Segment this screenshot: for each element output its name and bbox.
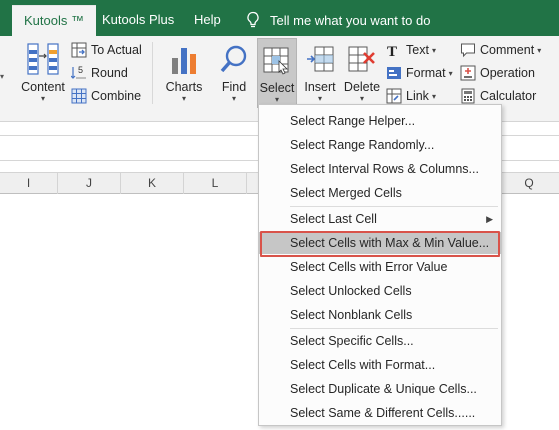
content-icon bbox=[27, 43, 59, 75]
menu-item-select-duplicate-unique[interactable]: Select Duplicate & Unique Cells... bbox=[259, 378, 501, 400]
column-header[interactable]: L bbox=[184, 173, 247, 194]
delete-button[interactable]: Delete ▾ bbox=[342, 40, 382, 106]
collapsed-group-caret-icon[interactable]: ▾ bbox=[0, 72, 4, 81]
magnifier-icon bbox=[220, 45, 247, 73]
delete-rows-icon bbox=[348, 46, 375, 72]
delete-label: Delete bbox=[343, 80, 381, 94]
menu-item-select-cells-with-format[interactable]: Select Cells with Format... bbox=[259, 354, 501, 376]
text-button[interactable]: T Text ▾ bbox=[386, 40, 436, 60]
format-label: Format bbox=[406, 66, 446, 80]
column-header[interactable]: Q bbox=[499, 173, 559, 194]
highlight-callout-box bbox=[260, 231, 500, 257]
insert-label: Insert bbox=[304, 80, 336, 94]
content-label: Content bbox=[21, 80, 65, 94]
comment-label: Comment bbox=[480, 43, 535, 57]
menu-item-select-range-randomly[interactable]: Select Range Randomly... bbox=[259, 134, 501, 156]
to-actual-button[interactable]: To Actual bbox=[71, 40, 142, 60]
tab-kutools-plus[interactable]: Kutools Plus bbox=[102, 5, 174, 36]
link-button[interactable]: Link ▾ bbox=[386, 86, 436, 106]
operation-label: Operation bbox=[480, 66, 535, 80]
comment-icon bbox=[461, 43, 475, 58]
menu-separator bbox=[290, 328, 498, 329]
find-button[interactable]: Find ▾ bbox=[214, 40, 254, 106]
menu-separator bbox=[290, 206, 498, 207]
find-dropdown-icon: ▾ bbox=[231, 94, 236, 103]
format-button[interactable]: Format ▾ bbox=[386, 63, 453, 83]
insert-dropdown-icon: ▾ bbox=[317, 94, 322, 103]
bar-chart-icon bbox=[172, 48, 196, 74]
operation-button[interactable]: Operation bbox=[460, 63, 535, 83]
round-icon: 5 bbox=[71, 65, 86, 79]
menu-item-select-same-different[interactable]: Select Same & Different Cells...... bbox=[259, 402, 501, 424]
select-dropdown-menu: Select Range Helper... Select Range Rand… bbox=[258, 104, 502, 426]
calculator-label: Calculator bbox=[480, 89, 537, 103]
lightbulb-icon bbox=[247, 11, 259, 28]
link-icon bbox=[386, 88, 402, 104]
select-label: Select bbox=[259, 81, 295, 95]
text-dropdown-icon: ▾ bbox=[431, 45, 436, 55]
combine-icon bbox=[71, 88, 87, 104]
tab-help[interactable]: Help bbox=[194, 5, 221, 36]
round-button[interactable]: 5 Round bbox=[71, 63, 128, 83]
menu-item-select-merged-cells[interactable]: Select Merged Cells bbox=[259, 182, 501, 204]
calculator-icon bbox=[461, 88, 475, 104]
menu-item-select-unlocked-cells[interactable]: Select Unlocked Cells bbox=[259, 280, 501, 302]
comment-dropdown-icon: ▾ bbox=[537, 45, 542, 55]
svg-text:T: T bbox=[387, 44, 397, 58]
menu-item-select-interval-rows-columns[interactable]: Select Interval Rows & Columns... bbox=[259, 158, 501, 180]
find-label: Find bbox=[221, 80, 247, 94]
menu-item-select-specific-cells[interactable]: Select Specific Cells... bbox=[259, 330, 501, 352]
to-actual-label: To Actual bbox=[91, 43, 142, 57]
column-header[interactable]: K bbox=[121, 173, 184, 194]
comment-button[interactable]: Comment ▾ bbox=[460, 40, 541, 60]
ribbon-tab-bar: Kutools ™ Kutools Plus Help Tell me what… bbox=[0, 0, 559, 36]
column-header[interactable]: J bbox=[58, 173, 121, 194]
round-label: Round bbox=[91, 66, 128, 80]
submenu-arrow-icon: ▶ bbox=[486, 214, 493, 224]
menu-item-label: Select Last Cell bbox=[290, 212, 377, 226]
link-dropdown-icon: ▾ bbox=[431, 91, 436, 101]
tell-me-text: Tell me what you want to do bbox=[270, 12, 431, 28]
calculator-button[interactable]: Calculator bbox=[460, 86, 536, 106]
svg-text:5: 5 bbox=[78, 65, 83, 75]
menu-item-select-range-helper[interactable]: Select Range Helper... bbox=[259, 110, 501, 132]
delete-dropdown-icon: ▾ bbox=[359, 94, 364, 103]
column-header[interactable]: I bbox=[0, 173, 58, 194]
text-icon: T bbox=[387, 44, 397, 58]
insert-rows-icon bbox=[307, 46, 334, 72]
content-dropdown-icon: ▾ bbox=[40, 94, 45, 103]
tab-kutools[interactable]: Kutools ™ bbox=[12, 5, 96, 36]
to-actual-icon bbox=[71, 42, 87, 58]
select-cells-icon bbox=[263, 47, 289, 75]
combine-label: Combine bbox=[91, 89, 142, 103]
menu-item-select-nonblank-cells[interactable]: Select Nonblank Cells bbox=[259, 304, 501, 326]
format-dropdown-icon: ▾ bbox=[448, 68, 453, 78]
ribbon-group-divider bbox=[152, 42, 153, 104]
text-label: Text bbox=[406, 43, 429, 57]
charts-button[interactable]: Charts ▾ bbox=[162, 40, 206, 106]
content-button[interactable]: Content ▾ bbox=[16, 40, 70, 106]
menu-item-select-cells-error-value[interactable]: Select Cells with Error Value bbox=[259, 256, 501, 278]
menu-item-select-last-cell[interactable]: Select Last Cell ▶ bbox=[259, 208, 501, 230]
insert-button[interactable]: Insert ▾ bbox=[300, 40, 340, 106]
select-button[interactable]: Select ▾ bbox=[257, 38, 297, 108]
charts-label: Charts bbox=[165, 80, 203, 94]
combine-button[interactable]: Combine bbox=[71, 86, 141, 106]
operation-icon bbox=[460, 65, 476, 81]
format-icon bbox=[387, 67, 401, 79]
link-label: Link bbox=[406, 89, 429, 103]
charts-dropdown-icon: ▾ bbox=[181, 94, 186, 103]
tell-me-search[interactable]: Tell me what you want to do bbox=[246, 5, 430, 35]
